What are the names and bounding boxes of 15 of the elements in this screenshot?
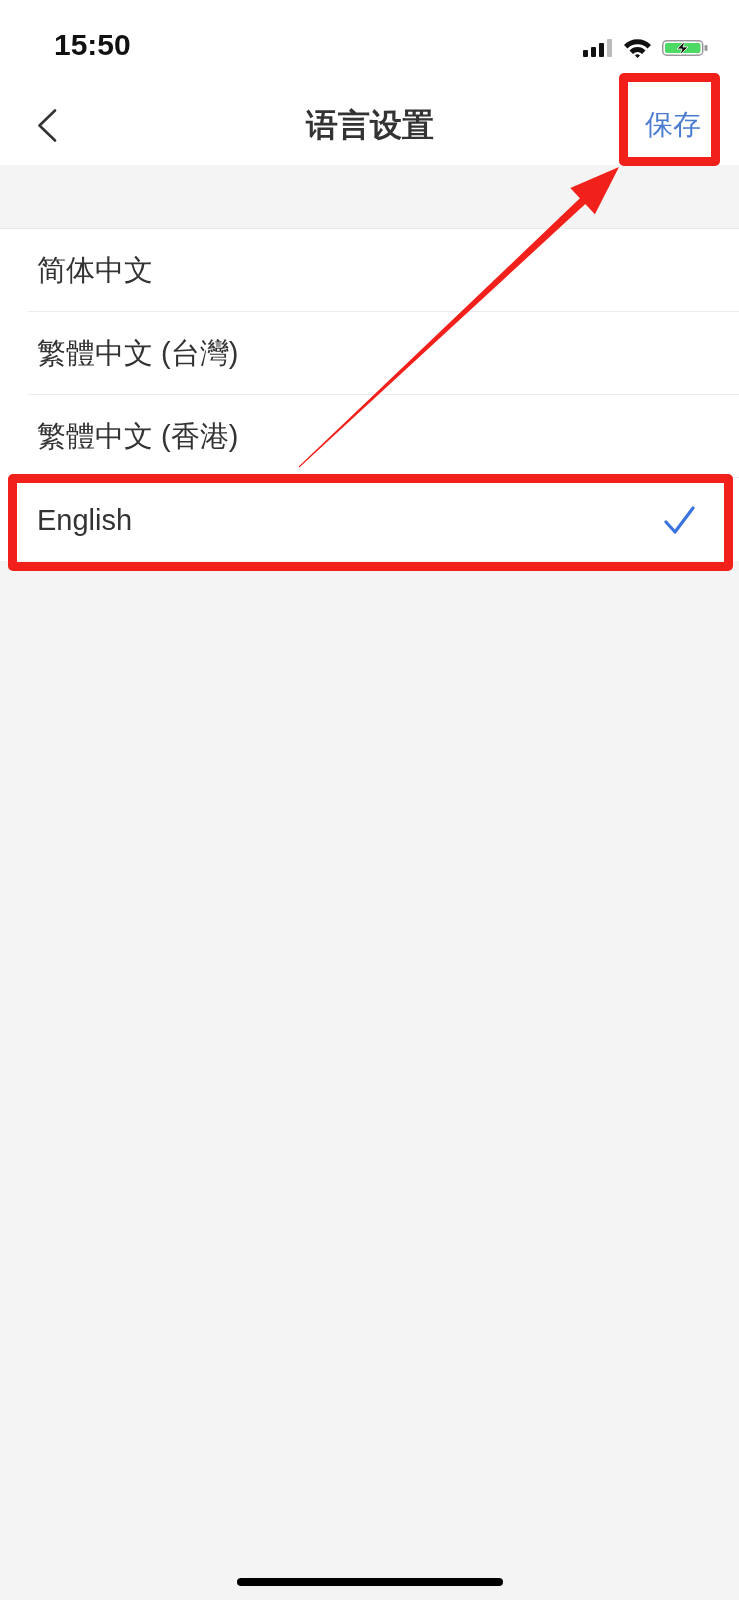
language-label: 简体中文 — [37, 253, 153, 287]
language-label: English — [37, 502, 133, 537]
status-time: 15:50 — [54, 30, 131, 60]
wifi-icon — [623, 38, 652, 58]
page-title: 语言设置 — [305, 106, 434, 144]
language-option[interactable]: 繁體中文 (香港) — [0, 395, 739, 478]
chevron-left-icon — [37, 108, 57, 142]
language-option[interactable]: 简体中文 — [0, 229, 739, 312]
signal-icon — [583, 39, 613, 57]
language-option[interactable]: 繁體中文 (台灣) — [0, 312, 739, 395]
language-label: 繁體中文 (香港) — [37, 419, 239, 453]
save-button[interactable]: 保存 — [645, 108, 701, 142]
battery-charging-icon — [662, 40, 709, 56]
language-option[interactable]: English — [0, 478, 739, 561]
language-label: 繁體中文 (台灣) — [37, 336, 239, 370]
